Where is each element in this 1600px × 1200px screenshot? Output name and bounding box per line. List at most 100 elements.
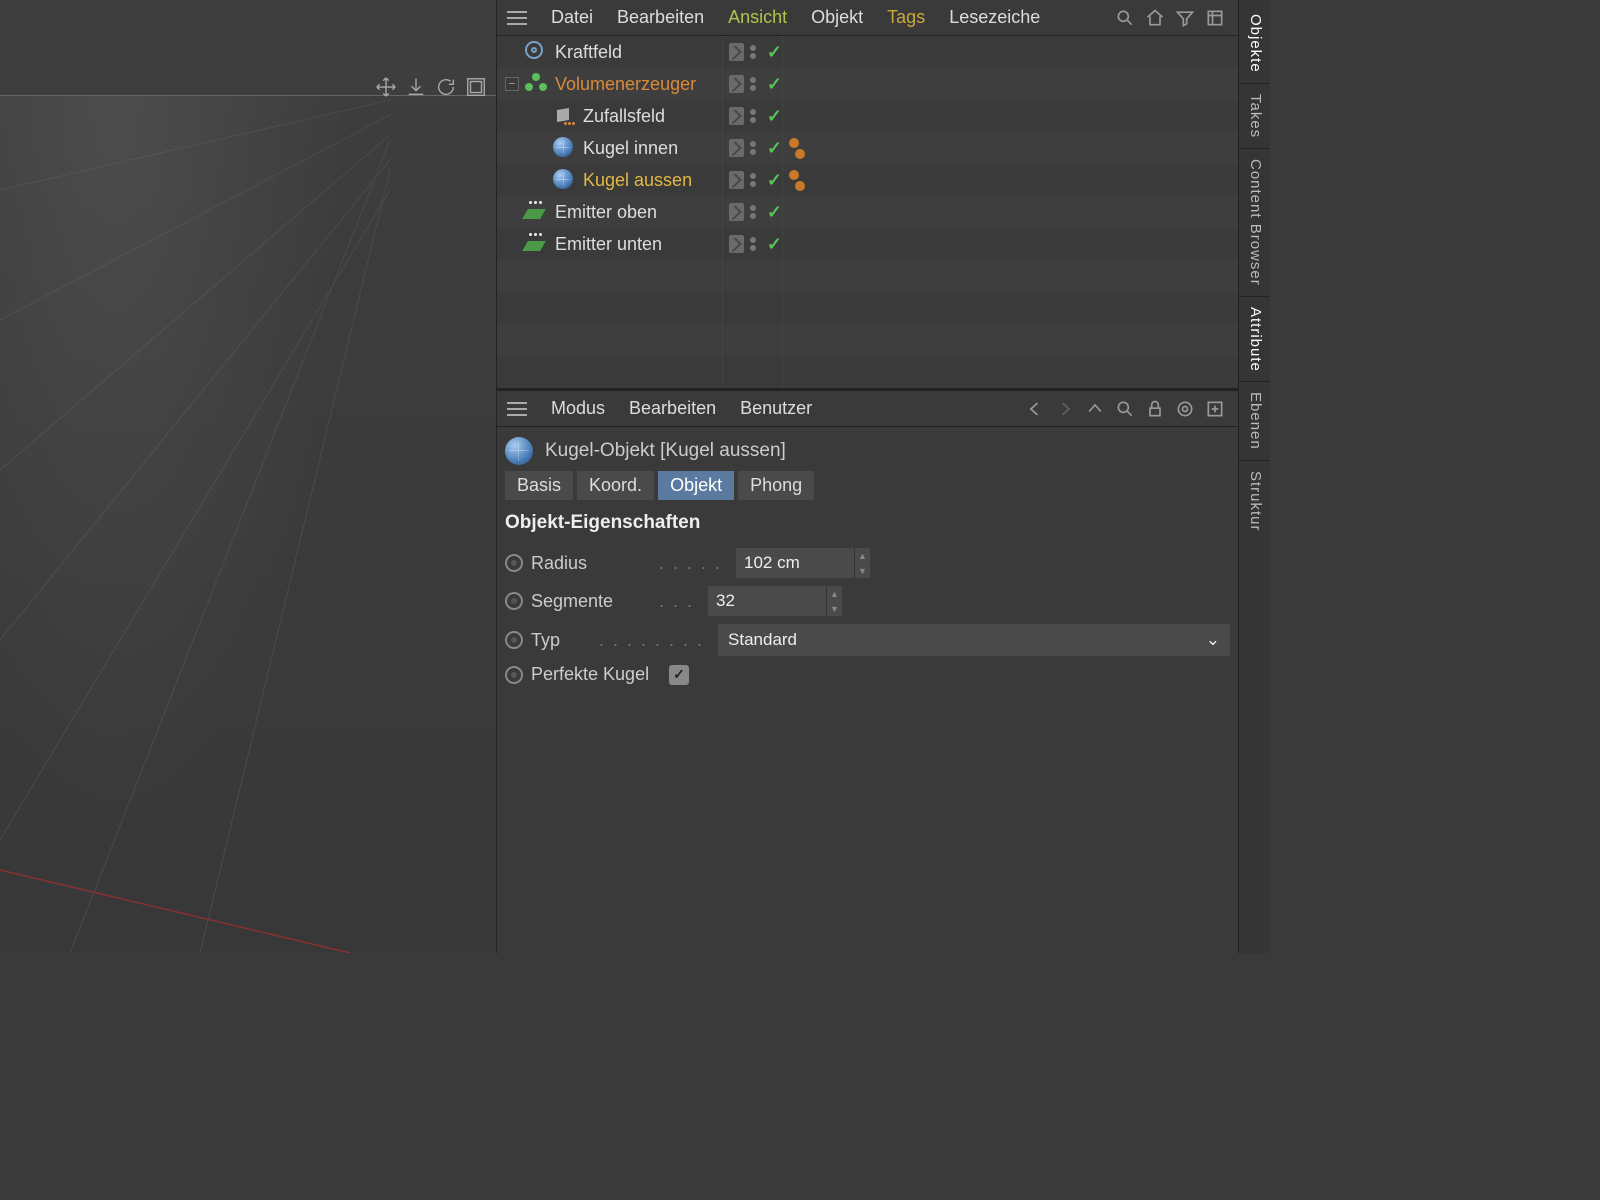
- tab-koord[interactable]: Koord.: [577, 471, 654, 500]
- enabled-check-icon[interactable]: ✓: [767, 74, 782, 95]
- layer-toggle[interactable]: [729, 203, 744, 221]
- tree-row[interactable]: Kraftfeld ✓: [497, 36, 1238, 68]
- menu-bearbeiten[interactable]: Bearbeiten: [605, 3, 716, 32]
- prop-bullet[interactable]: [505, 554, 523, 572]
- menu-bearbeiten2[interactable]: Bearbeiten: [617, 394, 728, 423]
- tab-struktur[interactable]: Struktur: [1239, 460, 1270, 542]
- spinner-buttons[interactable]: ▲▼: [854, 548, 870, 578]
- prop-typ-value: Standard: [728, 630, 797, 650]
- visibility-dots[interactable]: [750, 109, 761, 123]
- search-icon[interactable]: [1114, 7, 1136, 29]
- spinner-buttons[interactable]: ▲▼: [826, 586, 842, 616]
- visibility-dots[interactable]: [750, 45, 761, 59]
- prop-segmente-label: Segmente: [531, 591, 651, 612]
- new-window-icon[interactable]: [1204, 398, 1226, 420]
- nav-forward-icon[interactable]: [1054, 398, 1076, 420]
- attribute-title: Kugel-Objekt [Kugel aussen]: [545, 440, 786, 462]
- visibility-dots[interactable]: [750, 237, 761, 251]
- prop-typ-label: Typ: [531, 630, 591, 651]
- tree-expander[interactable]: −: [505, 77, 519, 91]
- tree-line: [505, 205, 519, 219]
- object-tree[interactable]: Kraftfeld✓−Volumenerzeuger✓Zufallsfeld✓K…: [497, 36, 1238, 388]
- layer-toggle[interactable]: [729, 235, 744, 253]
- tab-basis[interactable]: Basis: [505, 471, 573, 500]
- tree-row[interactable]: Emitter unten✓: [497, 228, 1238, 260]
- layer-toggle[interactable]: [729, 171, 744, 189]
- tree-row[interactable]: Zufallsfeld ✓: [497, 100, 1238, 132]
- menu-tags[interactable]: Tags: [875, 3, 937, 32]
- tab-phong[interactable]: Phong: [738, 471, 814, 500]
- hamburger-icon[interactable]: [503, 4, 531, 32]
- menu-benutzer[interactable]: Benutzer: [728, 394, 824, 423]
- menu-ansicht[interactable]: Ansicht: [716, 3, 799, 32]
- visibility-dots[interactable]: [750, 141, 761, 155]
- volume-icon: [525, 73, 547, 93]
- tree-item-label: Kraftfeld: [555, 42, 622, 63]
- prop-bullet[interactable]: [505, 592, 523, 610]
- tab-ebenen[interactable]: Ebenen: [1239, 381, 1270, 460]
- prop-radius-input[interactable]: [736, 548, 854, 578]
- enabled-check-icon[interactable]: ✓: [767, 42, 782, 63]
- menu-lesezeiche[interactable]: Lesezeiche: [937, 3, 1052, 32]
- enabled-check-icon[interactable]: ✓: [767, 106, 782, 127]
- nav-back-icon[interactable]: [1024, 398, 1046, 420]
- search-icon[interactable]: [1114, 398, 1136, 420]
- prop-bullet[interactable]: [505, 631, 523, 649]
- attribute-section-title: Objekt-Eigenschaften: [497, 508, 1238, 544]
- layer-toggle[interactable]: [729, 43, 744, 61]
- enabled-check-icon[interactable]: ✓: [767, 138, 782, 159]
- expand-icon[interactable]: [1204, 7, 1226, 29]
- viewport-zoom-icon[interactable]: [404, 75, 428, 99]
- prop-segmente-row: Segmente . . . ▲▼: [497, 582, 1238, 620]
- prop-bullet[interactable]: [505, 666, 523, 684]
- viewport-3d[interactable]: [0, 0, 497, 953]
- visibility-dots[interactable]: [750, 173, 761, 187]
- tree-row[interactable]: −Volumenerzeuger✓: [497, 68, 1238, 100]
- menu-datei[interactable]: Datei: [539, 3, 605, 32]
- material-tag-icon[interactable]: [789, 170, 805, 191]
- nav-up-icon[interactable]: [1084, 398, 1106, 420]
- layer-toggle[interactable]: [729, 75, 744, 93]
- tab-objekt[interactable]: Objekt: [658, 471, 734, 500]
- tree-row[interactable]: Kugel innen ✓: [497, 132, 1238, 164]
- tree-item-label: Zufallsfeld: [583, 106, 665, 127]
- tree-line: [533, 109, 547, 123]
- emitter-icon: [525, 233, 547, 253]
- attribute-header: Kugel-Objekt [Kugel aussen]: [497, 427, 1238, 471]
- tab-objekte[interactable]: Objekte: [1239, 4, 1270, 83]
- prop-segmente-input[interactable]: [708, 586, 826, 616]
- prop-perfekte-checkbox[interactable]: ✓: [669, 665, 689, 685]
- tab-content[interactable]: Content Browser: [1239, 148, 1270, 296]
- tree-row[interactable]: Emitter oben ✓: [497, 196, 1238, 228]
- enabled-check-icon[interactable]: ✓: [767, 234, 782, 255]
- tab-attribute[interactable]: Attribute: [1239, 296, 1270, 382]
- tab-takes[interactable]: Takes: [1239, 83, 1270, 148]
- tree-item-label: Kugel innen: [583, 138, 678, 159]
- enabled-check-icon[interactable]: ✓: [767, 202, 782, 223]
- enabled-check-icon[interactable]: ✓: [767, 170, 782, 191]
- viewport-floor: [0, 95, 386, 953]
- tree-row[interactable]: Kugel aussen ✓: [497, 164, 1238, 196]
- home-icon[interactable]: [1144, 7, 1166, 29]
- tree-row-empty: [497, 260, 1238, 292]
- visibility-dots[interactable]: [750, 77, 761, 91]
- tree-item-label: Kugel aussen: [583, 170, 692, 191]
- viewport-tools: [374, 75, 488, 99]
- prop-radius-label: Radius: [531, 553, 651, 574]
- hamburger-icon[interactable]: [503, 395, 531, 423]
- tree-item-label: Emitter oben: [555, 202, 657, 223]
- prop-typ-select[interactable]: Standard ⌄: [718, 624, 1230, 656]
- menu-objekt[interactable]: Objekt: [799, 3, 875, 32]
- lock-icon[interactable]: [1144, 398, 1166, 420]
- sphere-icon: [505, 437, 533, 465]
- target-icon[interactable]: [1174, 398, 1196, 420]
- layer-toggle[interactable]: [729, 107, 744, 125]
- layer-toggle[interactable]: [729, 139, 744, 157]
- material-tag-icon[interactable]: [789, 138, 805, 159]
- filter-icon[interactable]: [1174, 7, 1196, 29]
- visibility-dots[interactable]: [750, 205, 761, 219]
- viewport-layout-icon[interactable]: [464, 75, 488, 99]
- viewport-rotate-icon[interactable]: [434, 75, 458, 99]
- viewport-move-icon[interactable]: [374, 75, 398, 99]
- menu-modus[interactable]: Modus: [539, 394, 617, 423]
